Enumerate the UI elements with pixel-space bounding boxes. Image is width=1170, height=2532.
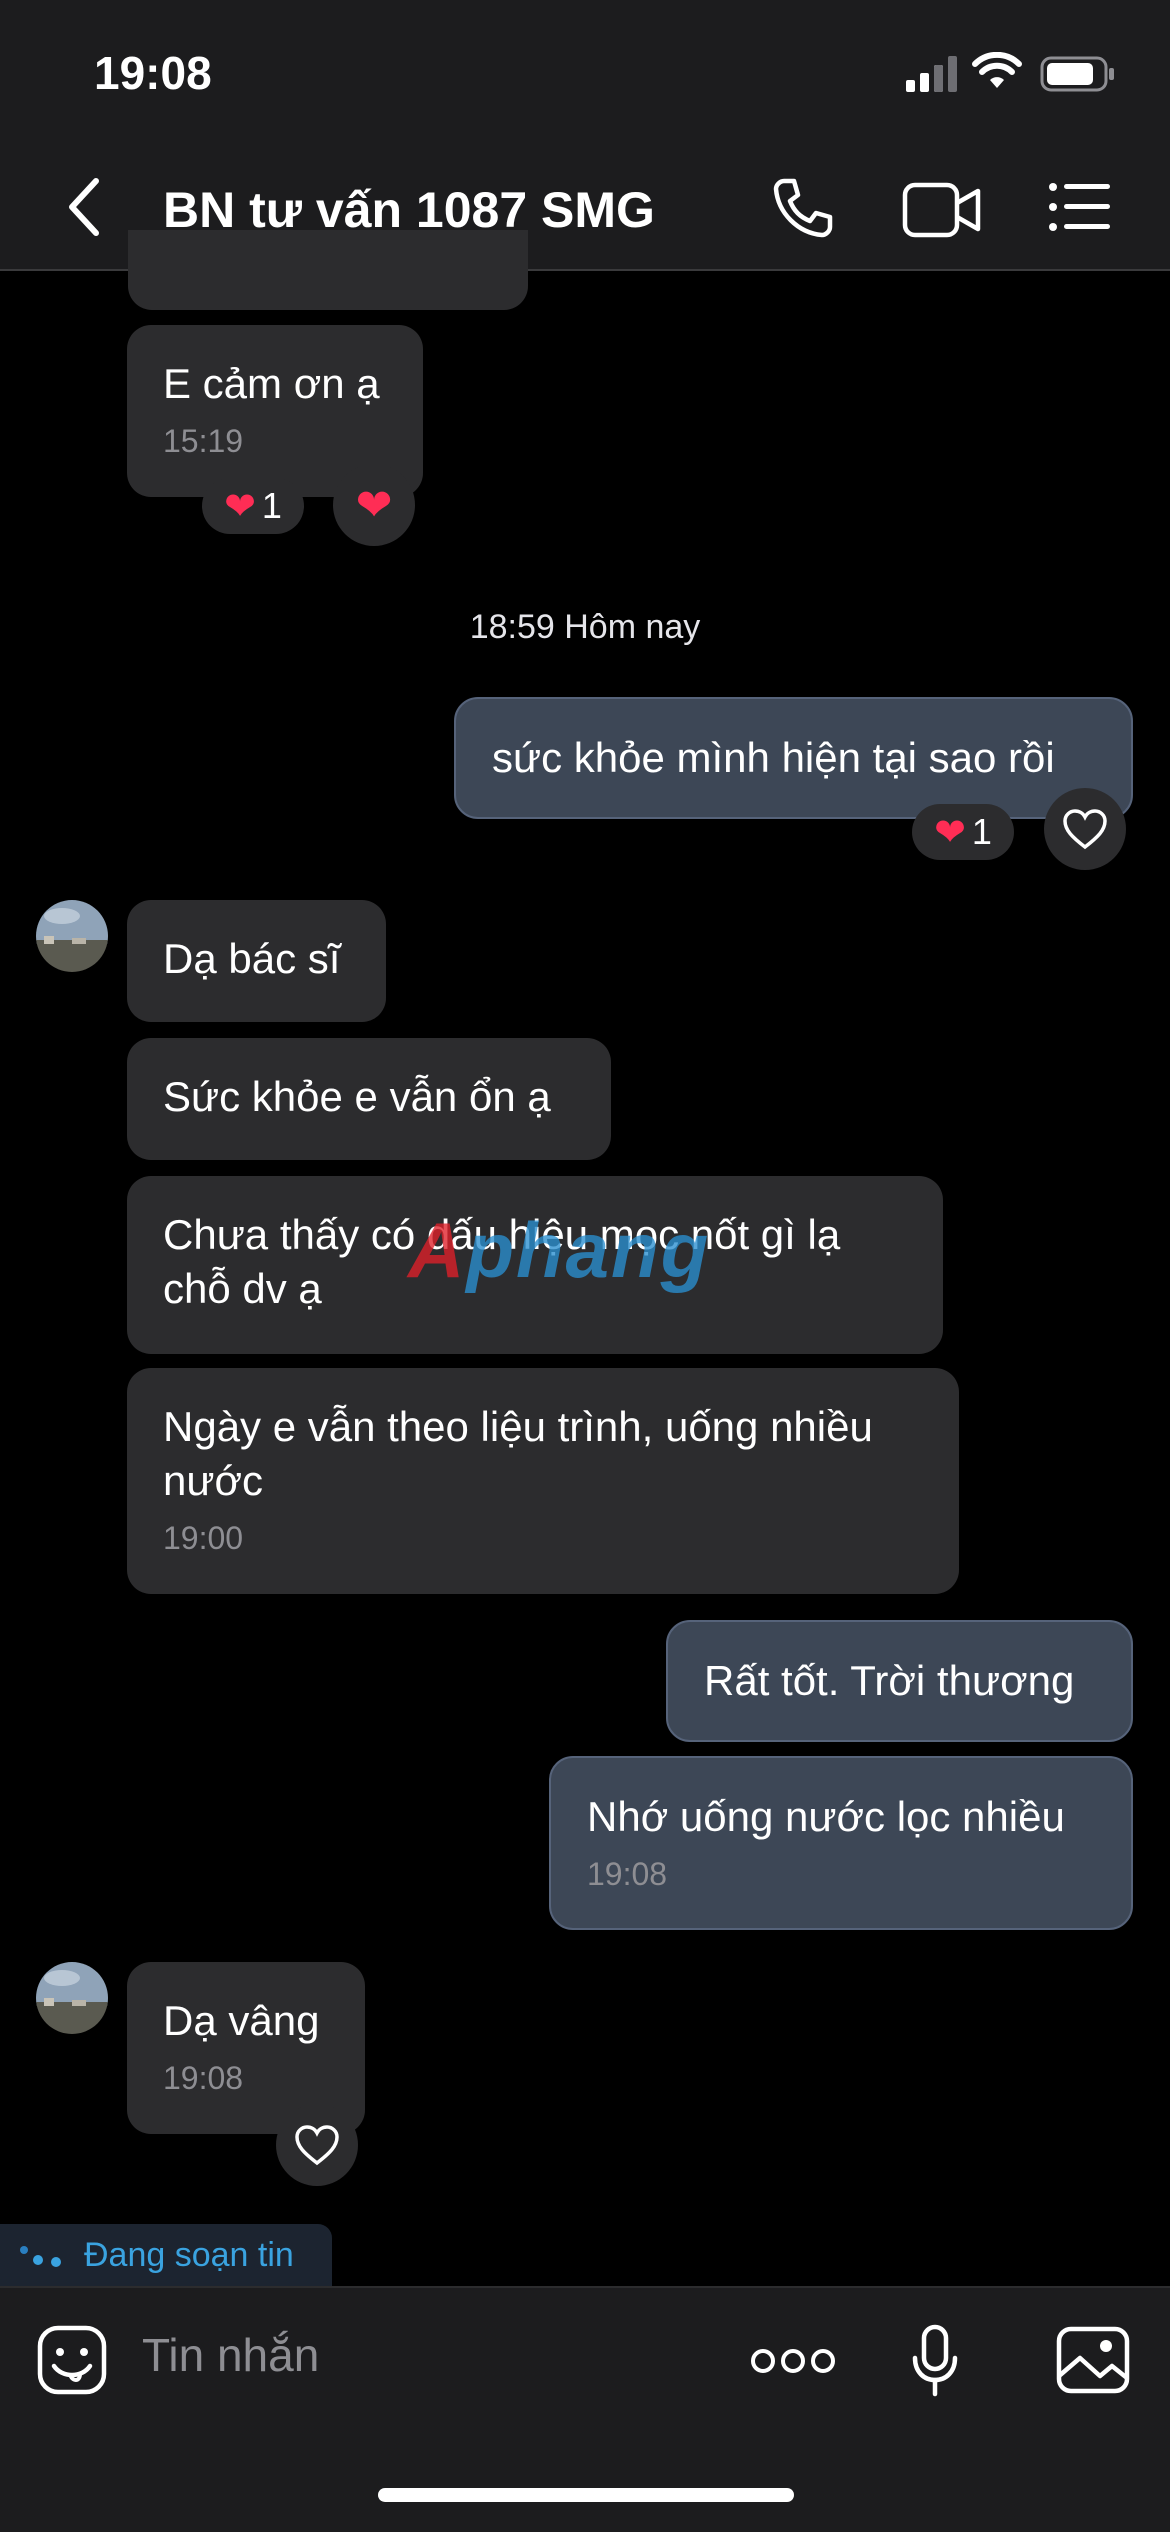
home-indicator[interactable] <box>378 2488 794 2502</box>
watermark-word: phang <box>466 1206 711 1294</box>
sticker-emoji-icon[interactable] <box>36 2324 108 2396</box>
heart-outline-icon <box>1063 809 1107 850</box>
reaction-count: 1 <box>971 811 992 852</box>
contact-avatar[interactable] <box>36 1962 108 2034</box>
previous-message-bubble[interactable] <box>128 230 528 310</box>
react-heart-button[interactable] <box>1044 788 1126 870</box>
message-time: 19:08 <box>163 2060 244 2096</box>
message-text-line: Ngày e vẫn theo liệu trình, uống nhiều <box>163 1403 873 1450</box>
wifi-icon <box>972 52 1022 88</box>
battery-icon <box>1040 56 1114 92</box>
cellular-signal-icon <box>906 56 957 92</box>
reaction-count: 1 <box>261 485 282 526</box>
message-bubble-outgoing[interactable]: sức khỏe mình hiện tại sao rồi <box>454 697 1133 819</box>
date-separator: 18:59 Hôm nay <box>469 608 701 646</box>
typing-dots-icon <box>20 2246 61 2267</box>
message-bubble-incoming[interactable]: Ngày e vẫn theo liệu trình, uống nhiều n… <box>127 1368 959 1594</box>
message-text: Dạ bác sĩ <box>163 935 341 982</box>
status-time: 19:08 <box>94 47 212 99</box>
message-time: 19:08 <box>587 1856 668 1892</box>
microphone-icon[interactable] <box>910 2324 960 2398</box>
contact-avatar[interactable] <box>36 900 108 972</box>
message-bubble-incoming[interactable]: Sức khỏe e vẫn ổn ạ <box>127 1038 611 1160</box>
back-chevron-icon[interactable] <box>64 175 104 239</box>
message-bubble-outgoing[interactable]: Rất tốt. Trời thương <box>666 1620 1133 1742</box>
message-composer: Tin nhắn <box>0 2286 1170 2532</box>
message-bubble-incoming[interactable]: Dạ bác sĩ <box>127 900 386 1022</box>
message-text: Sức khỏe e vẫn ổn ạ <box>163 1073 551 1120</box>
heart-filled-icon: ❤ <box>355 480 393 530</box>
video-call-icon[interactable] <box>902 181 982 239</box>
typing-indicator: Đang soạn tin <box>0 2224 332 2286</box>
watermark-logo: Aphang <box>408 1205 710 1296</box>
menu-list-icon[interactable] <box>1048 181 1112 233</box>
message-bubble-outgoing[interactable]: Nhớ uống nước lọc nhiều 19:08 <box>549 1756 1133 1930</box>
react-heart-button[interactable] <box>276 2104 358 2186</box>
message-text: E cảm ơn ạ <box>163 360 380 407</box>
status-bar: 19:08 <box>0 0 1170 145</box>
image-gallery-icon[interactable] <box>1056 2326 1130 2394</box>
heart-emoji-icon: ❤ <box>224 485 256 528</box>
message-text-line: nước <box>163 1457 264 1504</box>
heart-outline-icon <box>295 2125 339 2166</box>
message-time: 15:19 <box>163 423 244 459</box>
react-heart-button[interactable]: ❤ <box>333 464 415 546</box>
reaction-summary[interactable]: ❤ 1 <box>202 478 304 534</box>
message-time: 19:00 <box>163 1520 244 1556</box>
message-input[interactable]: Tin nhắn <box>142 2328 319 2382</box>
typing-indicator-label: Đang soạn tin <box>84 2235 294 2274</box>
phone-call-icon[interactable] <box>770 175 834 239</box>
more-options-icon[interactable] <box>750 2346 836 2376</box>
message-text: Nhớ uống nước lọc nhiều <box>587 1793 1065 1840</box>
message-text: Dạ vâng <box>163 1997 320 2044</box>
watermark-letter: A <box>408 1206 467 1294</box>
reaction-summary[interactable]: ❤ 1 <box>912 804 1014 860</box>
message-text: Rất tốt. Trời thương <box>704 1657 1075 1704</box>
message-text: sức khỏe mình hiện tại sao rồi <box>492 734 1055 781</box>
heart-emoji-icon: ❤ <box>934 811 966 854</box>
